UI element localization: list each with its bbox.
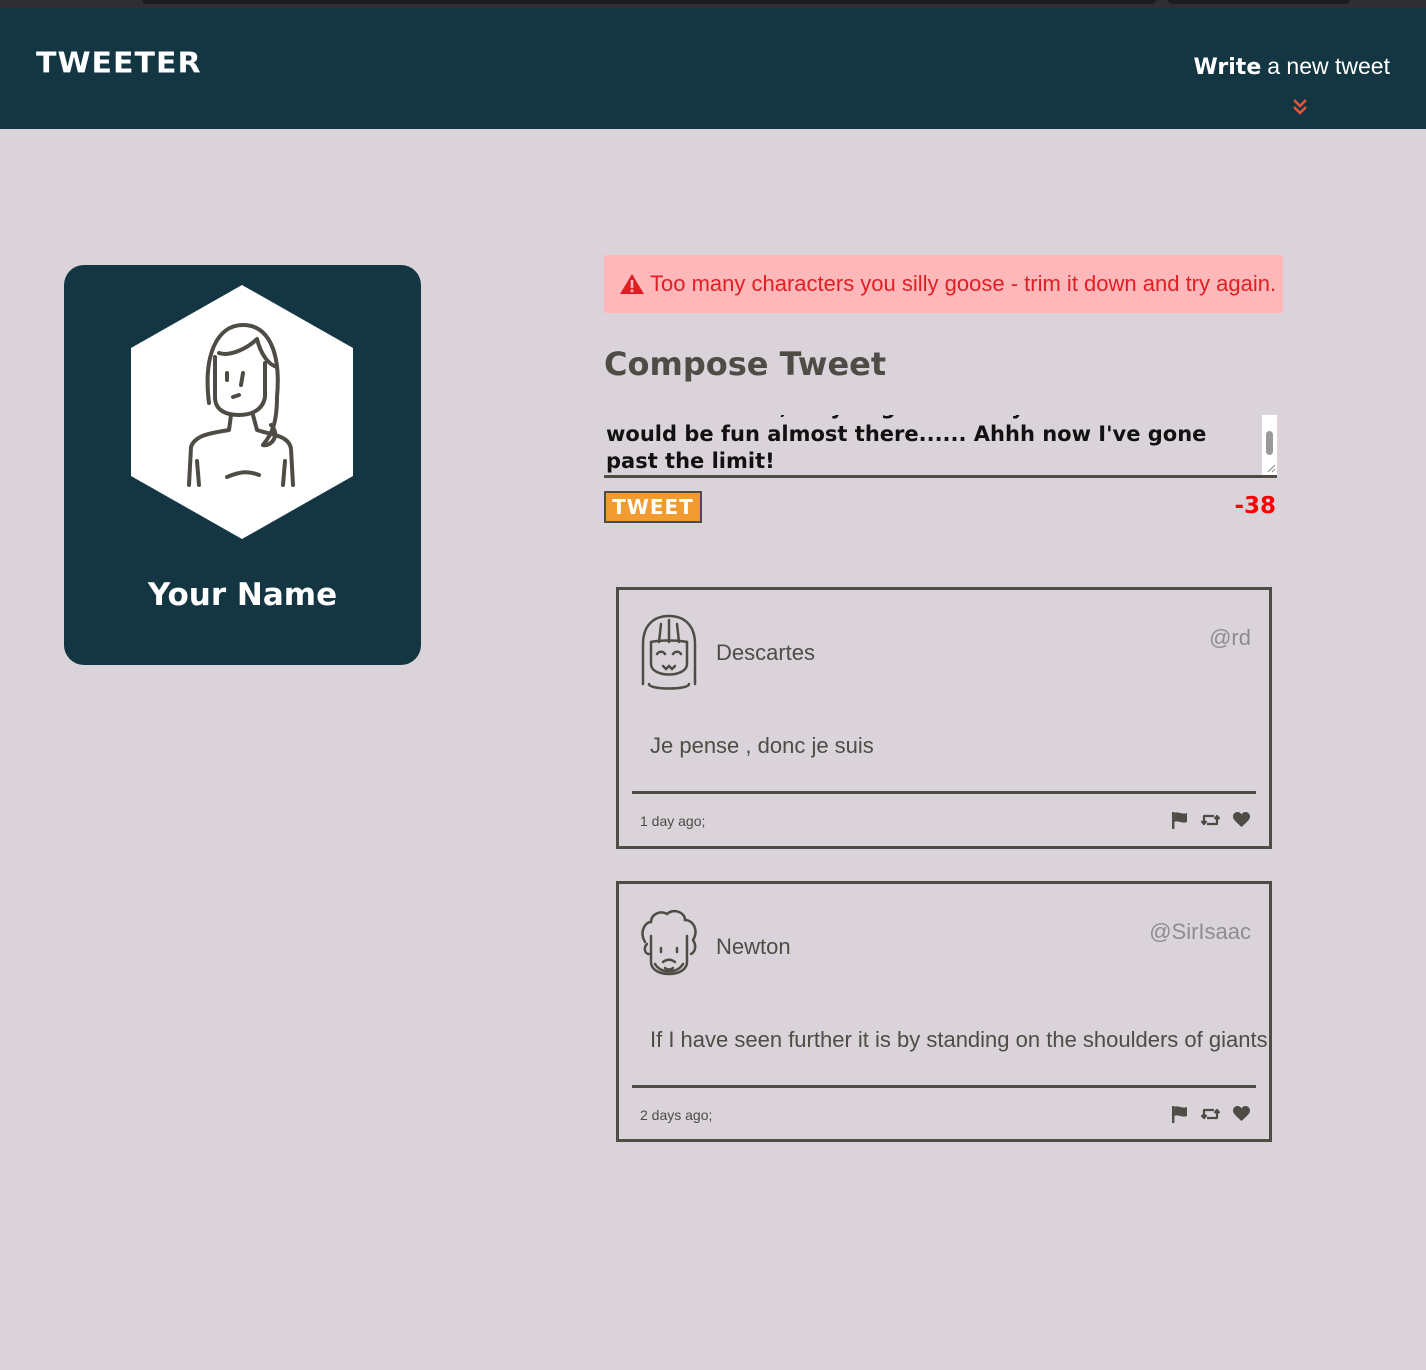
error-text: Too many characters you silly goose - tr… bbox=[650, 271, 1277, 296]
write-link-text: a new tweet bbox=[1267, 53, 1390, 79]
compose-title: Compose Tweet bbox=[604, 345, 887, 383]
tweet-divider bbox=[632, 1085, 1256, 1088]
heart-icon[interactable] bbox=[1232, 1105, 1251, 1123]
tweet-handle: @SirIsaac bbox=[1149, 919, 1251, 944]
flag-icon[interactable] bbox=[1170, 811, 1189, 829]
tweet-handle: @rd bbox=[1209, 625, 1251, 650]
profile-name: Your Name bbox=[147, 577, 338, 613]
tweet-card: Descartes @rd Je pense , donc je suis 1 … bbox=[616, 587, 1272, 849]
write-link-strong: Write bbox=[1193, 55, 1262, 80]
tweet-card: Newton @SirIsaac If I have seen further … bbox=[616, 881, 1272, 1142]
heart-icon[interactable] bbox=[1232, 811, 1251, 829]
profile-avatar-icon bbox=[131, 285, 353, 539]
scrollbar-thumb[interactable] bbox=[1266, 431, 1273, 455]
browser-chrome-strip bbox=[0, 0, 1426, 8]
tweet-divider bbox=[632, 791, 1256, 794]
browser-url-bar[interactable] bbox=[142, 0, 1156, 4]
browser-search-bar[interactable] bbox=[1168, 0, 1350, 4]
tweet-timestamp: 2 days ago; bbox=[640, 1107, 713, 1123]
tweet-actions bbox=[1170, 811, 1251, 829]
retweet-icon[interactable] bbox=[1201, 1105, 1220, 1123]
char-counter: -38 bbox=[1234, 493, 1276, 519]
newton-avatar-icon bbox=[641, 909, 697, 976]
retweet-icon[interactable] bbox=[1201, 811, 1220, 829]
app-logo[interactable]: TWEETER bbox=[36, 47, 202, 80]
error-message: Too many characters you silly goose - tr… bbox=[604, 255, 1283, 313]
descartes-avatar-icon bbox=[641, 614, 697, 690]
double-chevron-down-icon[interactable] bbox=[1292, 98, 1308, 116]
top-nav: TWEETER Write a new tweet bbox=[0, 8, 1426, 129]
tweet-actions bbox=[1170, 1105, 1251, 1123]
tweet-author: Newton bbox=[716, 934, 791, 959]
tweet-submit-button[interactable]: TWEET bbox=[604, 491, 702, 523]
flag-icon[interactable] bbox=[1170, 1105, 1189, 1123]
write-new-tweet-link[interactable]: Write a new tweet bbox=[1194, 53, 1390, 80]
warning-triangle-icon bbox=[620, 274, 644, 294]
profile-card: Your Name bbox=[64, 265, 421, 665]
tweet-content: Je pense , donc je suis bbox=[650, 733, 874, 758]
tweet-textarea[interactable]: characters left, maybe go even beyond th… bbox=[604, 415, 1277, 478]
resize-grip-icon[interactable] bbox=[1266, 463, 1276, 473]
tweet-author: Descartes bbox=[716, 640, 816, 665]
tweet-content: If I have seen further it is by standing… bbox=[650, 1027, 1268, 1052]
tweet-timestamp: 1 day ago; bbox=[640, 813, 706, 829]
